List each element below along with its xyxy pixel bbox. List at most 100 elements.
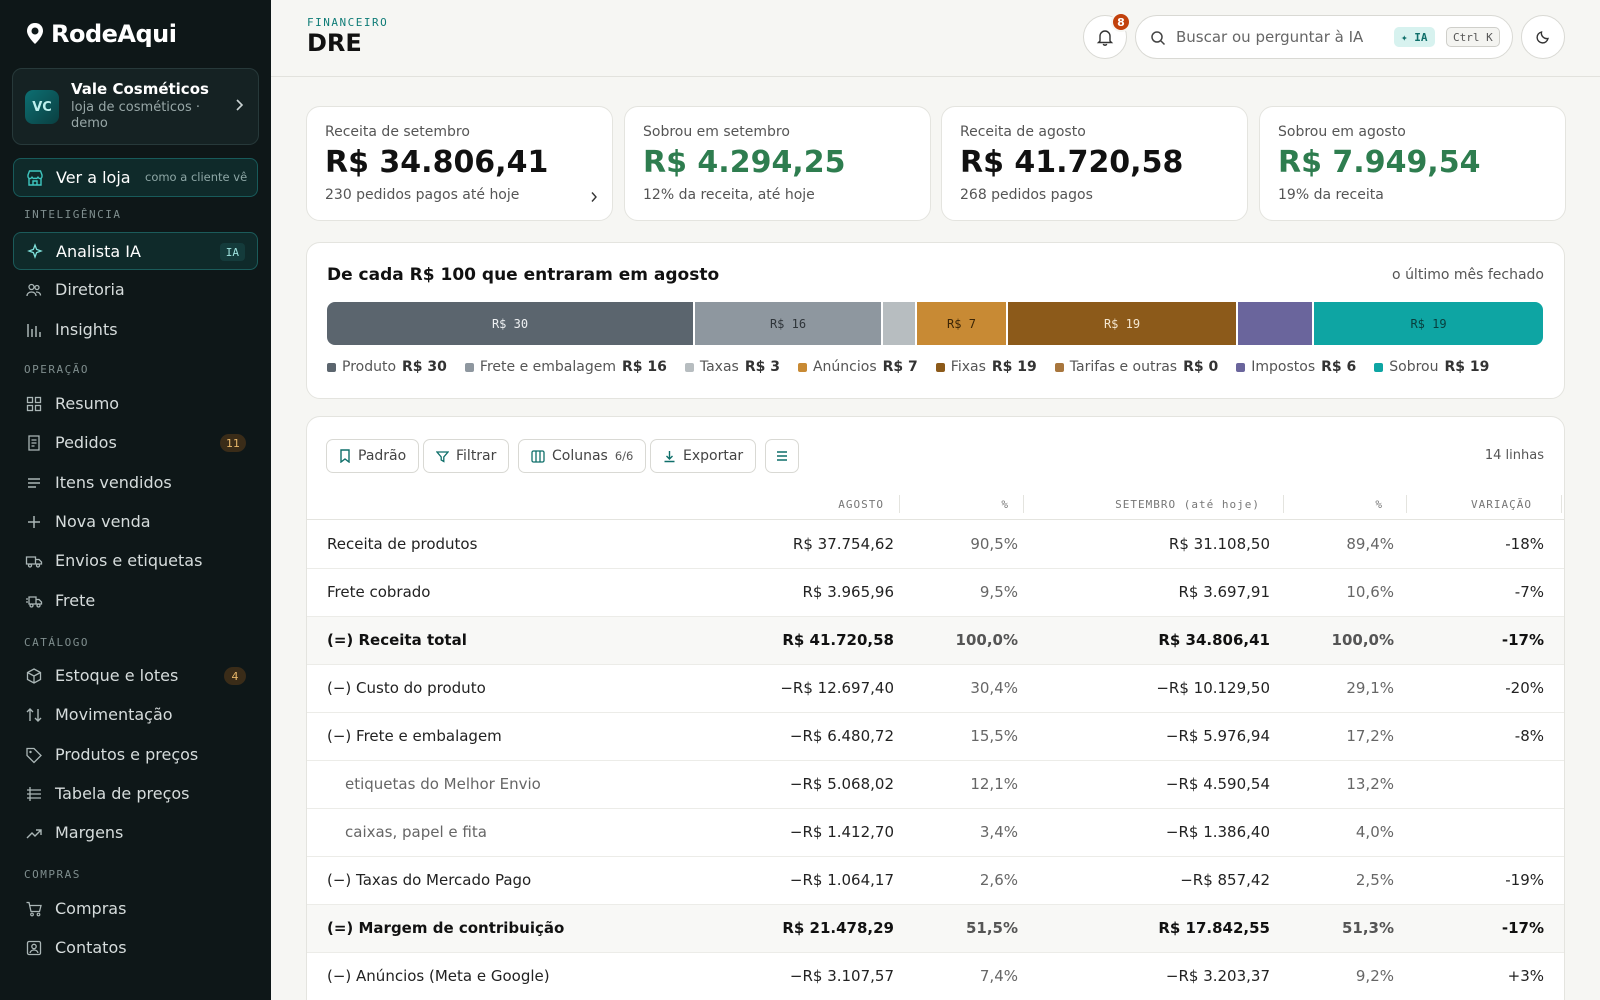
sidebar-item-label: Estoque e lotes <box>55 666 179 685</box>
sidebar-item-nova-venda[interactable]: Nova venda <box>13 503 258 541</box>
sidebar-item-tabela-de-precos[interactable]: Tabela de preços <box>13 775 258 813</box>
sidebar-item-label: Nova venda <box>55 511 151 531</box>
sidebar-item-estoque-e-lotes[interactable]: Estoque e lotes 4 <box>13 657 258 695</box>
breakdown-note: o último mês fechado <box>1392 267 1544 283</box>
col-header-september-pct[interactable]: % <box>1375 498 1383 511</box>
grid-icon <box>26 396 42 412</box>
cell-september: R$ 31.108,50 <box>1168 535 1270 553</box>
col-header-august-pct[interactable]: % <box>1001 498 1009 511</box>
legend-item-produto: Produto R$ 30 <box>327 359 447 375</box>
legend-item-anuncios: Anúncios R$ 7 <box>797 359 918 375</box>
legend-item-taxas: Taxas R$ 3 <box>684 359 780 375</box>
col-header-variation[interactable]: VARIAÇÃO <box>1471 498 1532 511</box>
table-row[interactable]: Receita de produtos R$ 37.754,62 90,5% R… <box>307 521 1564 569</box>
kpi-subtext: 230 pedidos pagos até hoje <box>325 187 520 203</box>
legend-item-fixas: Fixas R$ 19 <box>935 359 1037 375</box>
view-store-button[interactable]: Ver a loja como a cliente vê <box>13 158 258 197</box>
sidebar-item-pedidos[interactable]: Pedidos 11 <box>13 424 258 462</box>
cell-september-pct: 9,2% <box>1355 967 1394 985</box>
row-label: (=) Margem de contribuição <box>327 919 565 937</box>
col-header-august[interactable]: AGOSTO <box>838 498 884 511</box>
cell-august: −R$ 12.697,40 <box>780 679 894 697</box>
table-row[interactable]: (−) Custo do produto −R$ 12.697,40 30,4%… <box>307 665 1564 713</box>
sidebar: RodeAqui VC Vale Cosméticos loja de cosm… <box>0 0 271 1000</box>
cell-september: R$ 3.697,91 <box>1178 583 1270 601</box>
brand-logo[interactable]: RodeAqui <box>25 20 177 48</box>
sidebar-item-frete[interactable]: Frete <box>13 582 258 620</box>
bar-segment-fixas[interactable]: R$ 19 <box>1008 302 1236 345</box>
sidebar-item-compras[interactable]: Compras <box>13 890 258 928</box>
legend-name: Fixas <box>950 359 986 375</box>
cell-september: −R$ 5.976,94 <box>1165 727 1270 745</box>
sidebar-item-analista-ia[interactable]: Analista IA IA <box>13 232 258 270</box>
cell-september-pct: 13,2% <box>1346 775 1394 793</box>
legend-item-impostos: Impostos R$ 6 <box>1236 359 1356 375</box>
filter-icon <box>436 450 449 463</box>
table-row[interactable]: Frete cobrado R$ 3.965,96 9,5% R$ 3.697,… <box>307 569 1564 617</box>
receipt-icon <box>28 435 40 451</box>
sidebar-item-resumo[interactable]: Resumo <box>13 385 258 423</box>
cell-august: −R$ 1.412,70 <box>789 823 894 841</box>
cell-variation: +3% <box>1507 967 1544 985</box>
legend-name: Frete e embalagem <box>479 359 616 375</box>
sidebar-item-produtos-e-precos[interactable]: Produtos e preços <box>13 736 258 774</box>
cell-september-pct: 51,3% <box>1341 919 1394 937</box>
cell-variation: -17% <box>1501 631 1544 649</box>
sidebar-item-contatos[interactable]: Contatos <box>13 929 258 967</box>
bar-segment-frete-e-embalagem[interactable]: R$ 16 <box>695 302 881 345</box>
more-options-button[interactable] <box>765 439 799 473</box>
sidebar-item-envios-e-etiquetas[interactable]: Envios e etiquetas <box>13 542 258 580</box>
cell-september: −R$ 10.129,50 <box>1156 679 1270 697</box>
moon-icon <box>1536 31 1549 44</box>
kpi-value: R$ 4.294,25 <box>643 145 846 180</box>
cell-september-pct: 29,1% <box>1346 679 1394 697</box>
table-row[interactable]: caixas, papel e fita −R$ 1.412,70 3,4% −… <box>307 809 1564 857</box>
search-input[interactable] <box>1176 24 1386 50</box>
search-box[interactable]: ✦ IA Ctrl K <box>1135 15 1513 59</box>
sidebar-item-movimentacao[interactable]: Movimentação <box>13 696 258 734</box>
sidebar-item-itens-vendidos[interactable]: Itens vendidos <box>13 464 258 502</box>
table-row[interactable]: etiquetas do Melhor Envio −R$ 5.068,02 1… <box>307 761 1564 809</box>
shortcut-hint: Ctrl K <box>1446 27 1500 47</box>
filter-button[interactable]: Filtrar <box>423 439 510 473</box>
legend-value: R$ 16 <box>621 359 667 375</box>
sidebar-item-diretoria[interactable]: Diretoria <box>13 271 258 309</box>
row-label: (−) Anúncios (Meta e Google) <box>327 967 550 985</box>
legend-value: R$ 6 <box>1321 359 1357 375</box>
bar-segment-produto[interactable]: R$ 30 <box>327 302 693 345</box>
legend-swatch <box>935 362 945 372</box>
theme-toggle-button[interactable] <box>1521 15 1565 59</box>
sidebar-item-label: Pedidos <box>55 433 117 453</box>
bar-segment-sobrou[interactable]: R$ 19 <box>1314 302 1543 345</box>
legend-swatch <box>327 362 336 372</box>
col-header-september[interactable]: SETEMBRO (até hoje) <box>1115 498 1260 511</box>
cell-variation: -20% <box>1505 679 1544 697</box>
columns-button[interactable]: Colunas 6/6 <box>518 439 647 473</box>
bar-segment-anuncios[interactable]: R$ 7 <box>917 302 1006 345</box>
table-row[interactable]: (=) Receita total R$ 41.720,58 100,0% R$… <box>307 617 1564 665</box>
sidebar-item-label: Compras <box>55 899 127 918</box>
store-name: Vale Cosméticos <box>71 80 209 98</box>
kpi-card-sobrou-em-setembro: Sobrou em setembro R$ 4.294,25 12% da re… <box>624 106 931 221</box>
legend-value: R$ 19 <box>1444 359 1490 375</box>
table-row[interactable]: (−) Anúncios (Meta e Google) −R$ 3.107,5… <box>307 953 1564 1000</box>
bar-segment-taxas[interactable] <box>883 302 915 345</box>
table-row[interactable]: (−) Frete e embalagem −R$ 6.480,72 15,5%… <box>307 713 1564 761</box>
export-button[interactable]: Exportar <box>650 439 757 473</box>
sidebar-item-insights[interactable]: Insights <box>13 311 258 349</box>
fast-truck-icon <box>26 595 43 608</box>
table-row[interactable]: (−) Taxas do Mercado Pago −R$ 1.064,17 2… <box>307 857 1564 905</box>
legend-value: R$ 3 <box>744 359 780 375</box>
table-row[interactable]: (=) Margem de contribuição R$ 21.478,29 … <box>307 905 1564 953</box>
sidebar-item-margens[interactable]: Margens <box>13 814 258 852</box>
cell-august: −R$ 6.480,72 <box>789 727 894 745</box>
default-view-button[interactable]: Padrão <box>326 439 420 473</box>
bar-segment-impostos[interactable] <box>1238 302 1312 345</box>
cell-september: −R$ 3.203,37 <box>1165 967 1270 985</box>
kpi-card-receita-de-setembro[interactable]: Receita de setembro R$ 34.806,41 230 ped… <box>306 106 613 221</box>
legend-item-frete-e-embalagem: Frete e embalagem R$ 16 <box>464 359 667 375</box>
cell-september: −R$ 857,42 <box>1180 871 1270 889</box>
store-switcher[interactable]: VC Vale Cosméticos loja de cosméticos · … <box>12 68 259 145</box>
legend-item-sobrou: Sobrou R$ 19 <box>1374 359 1489 375</box>
cell-august-pct: 100,0% <box>955 631 1018 649</box>
